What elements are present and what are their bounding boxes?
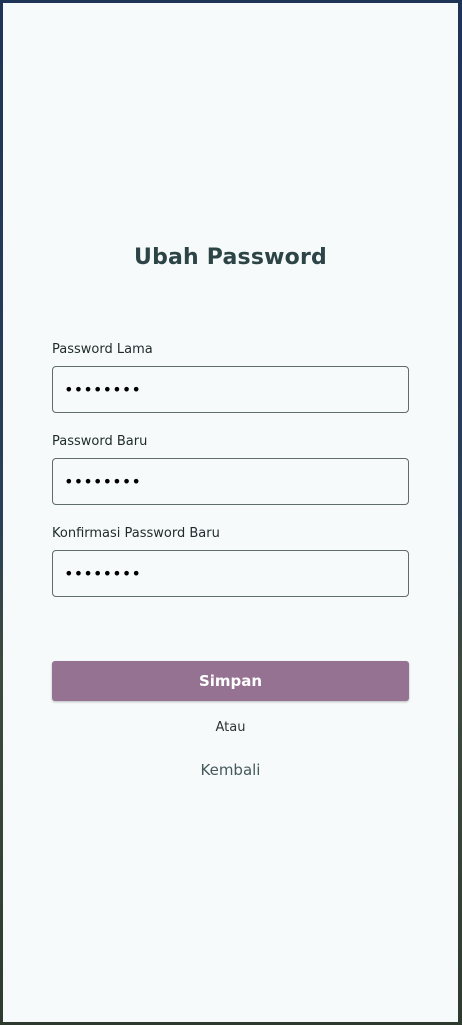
page-title: Ubah Password [134, 245, 327, 270]
confirm-password-input[interactable] [52, 550, 409, 597]
new-password-label: Password Baru [52, 434, 148, 449]
save-button[interactable]: Simpan [52, 661, 409, 701]
old-password-input[interactable] [52, 366, 409, 413]
change-password-screen: Ubah Password Password Lama Password Bar… [3, 3, 458, 1022]
or-divider-text: Atau [215, 720, 246, 735]
old-password-label: Password Lama [52, 342, 153, 357]
confirm-password-label: Konfirmasi Password Baru [52, 526, 220, 541]
back-link[interactable]: Kembali [3, 761, 458, 779]
new-password-input[interactable] [52, 458, 409, 505]
